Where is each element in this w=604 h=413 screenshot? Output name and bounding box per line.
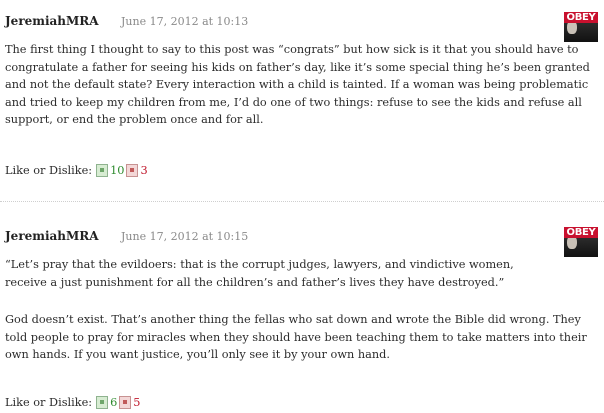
comment-date[interactable]: June 17, 2012 at 10:13: [121, 15, 248, 28]
comment-text: God doesn’t exist. That’s another thing …: [5, 313, 587, 362]
comment-date[interactable]: June 17, 2012 at 10:15: [121, 230, 248, 243]
avatar-obey-logo: OBEY: [564, 12, 598, 23]
comment-text: The first thing I thought to say to this…: [5, 43, 590, 127]
thumbs-up-icon[interactable]: [96, 164, 109, 177]
thumbs-down-icon[interactable]: [119, 396, 132, 409]
dislike-count: 5: [133, 396, 141, 409]
vote-label: Like or Dislike:: [5, 396, 93, 409]
comment-text: “Let’s pray that the evildoers: that is …: [5, 258, 514, 289]
comment-author[interactable]: JeremiahMRA: [5, 229, 99, 243]
vote-bar: Like or Dislike: 10 3: [5, 164, 148, 177]
dislike-count: 3: [140, 164, 148, 177]
avatar-obey-logo: OBEY: [564, 227, 598, 238]
comment-author[interactable]: JeremiahMRA: [5, 14, 99, 28]
comment-divider: [0, 201, 604, 202]
like-count: 10: [110, 164, 125, 177]
vote-bar: Like or Dislike: 6 5: [5, 396, 140, 409]
vote-label: Like or Dislike:: [5, 164, 93, 177]
thumbs-up-icon[interactable]: [96, 396, 109, 409]
avatar: OBEY: [564, 227, 598, 257]
avatar: OBEY: [564, 12, 598, 42]
like-count: 6: [110, 396, 118, 409]
thumbs-down-icon[interactable]: [126, 164, 139, 177]
